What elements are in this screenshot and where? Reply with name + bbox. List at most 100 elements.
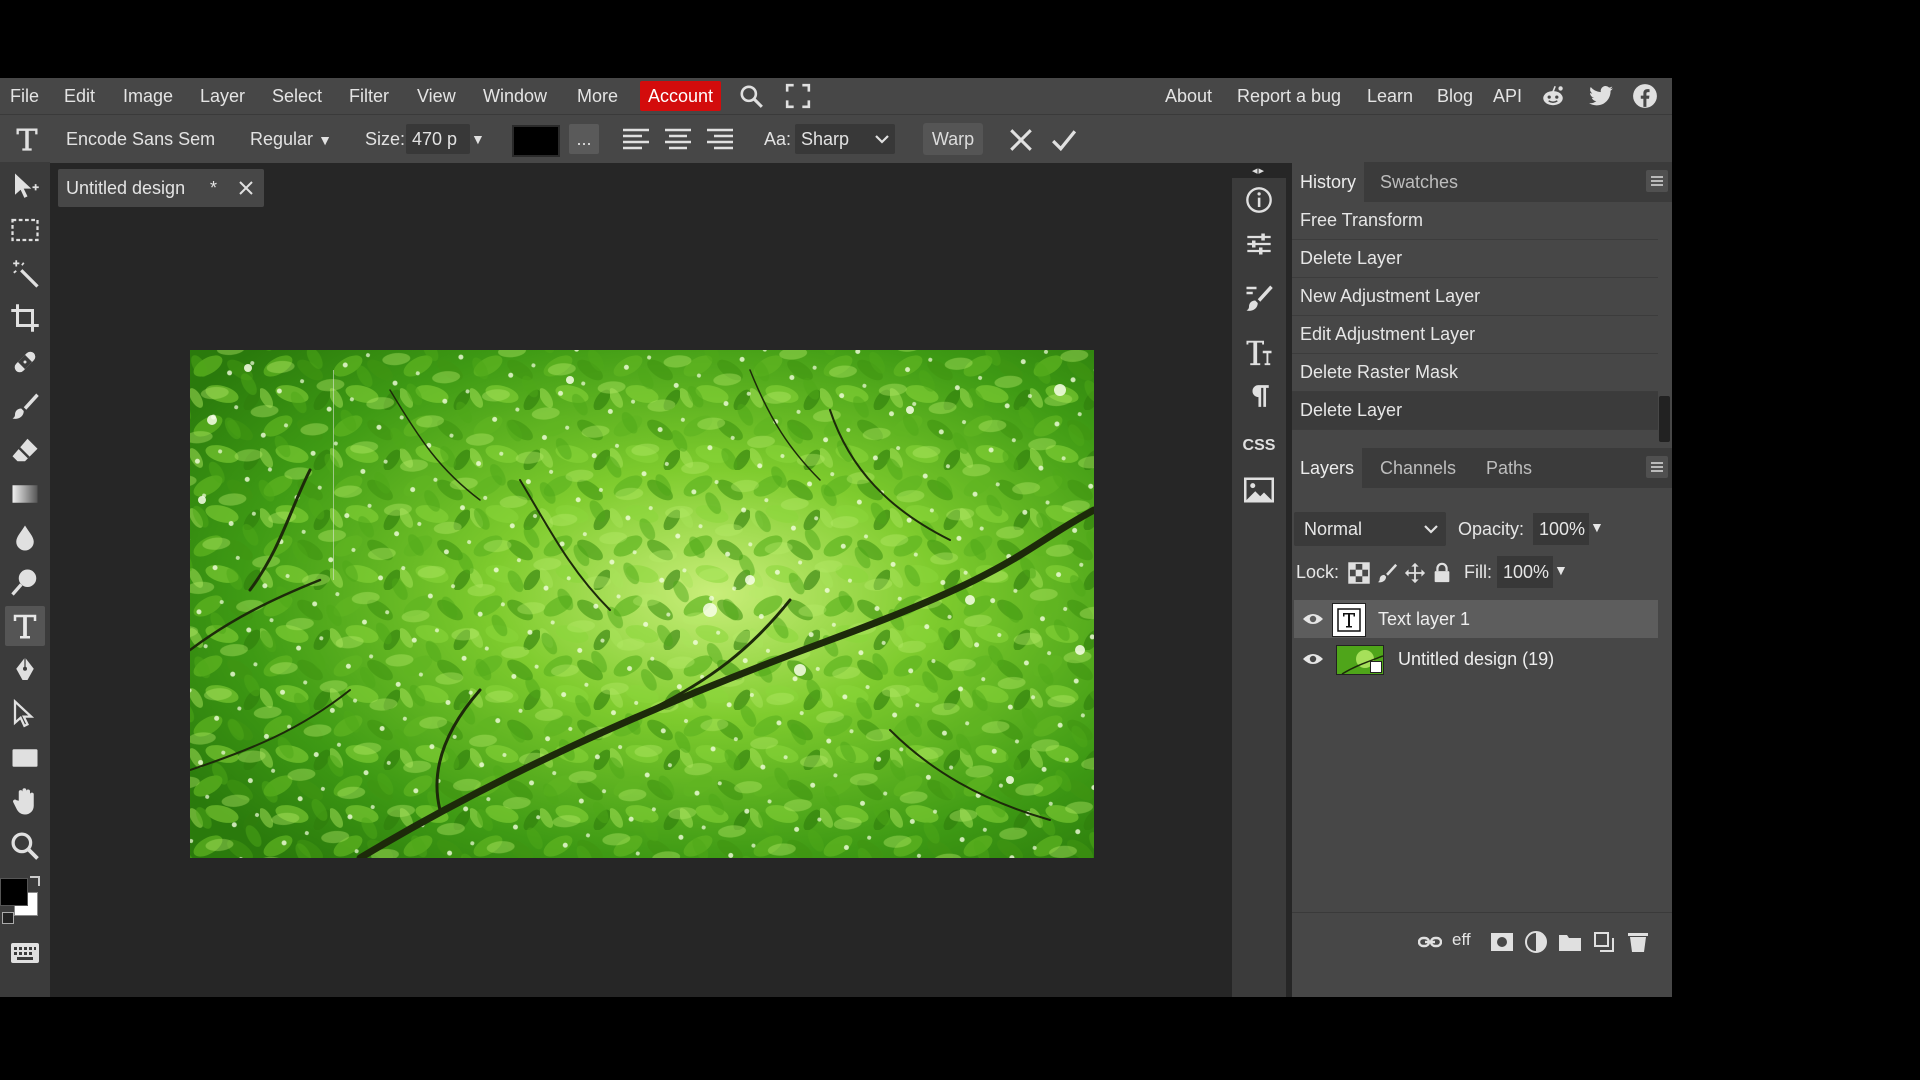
visibility-eye-icon[interactable] — [1302, 612, 1324, 626]
type-tool-icon[interactable] — [12, 125, 42, 153]
opacity-input[interactable]: 100% — [1533, 513, 1589, 545]
type-tool[interactable] — [5, 606, 45, 646]
history-item[interactable]: New Adjustment Layer — [1292, 278, 1658, 316]
tab-layers[interactable]: Layers — [1292, 448, 1363, 488]
history-item[interactable]: Edit Adjustment Layer — [1292, 316, 1658, 354]
menu-window[interactable]: Window — [483, 78, 547, 114]
css-panel-button[interactable]: CSS — [1235, 426, 1283, 466]
about-link[interactable]: About — [1165, 78, 1212, 114]
reddit-icon[interactable] — [1540, 83, 1566, 109]
account-button[interactable]: Account — [640, 81, 722, 111]
align-center-icon[interactable] — [664, 127, 692, 151]
layer-effects-button[interactable]: eff — [1452, 930, 1471, 950]
layer-row-text-layer-1[interactable]: Text layer 1 — [1294, 600, 1658, 638]
menu-layer[interactable]: Layer — [200, 78, 245, 114]
zoom-tool[interactable] — [5, 826, 45, 866]
lock-transparency-icon[interactable] — [1348, 562, 1370, 584]
dodge-tool[interactable] — [5, 562, 45, 602]
history-item[interactable]: Free Transform — [1292, 202, 1658, 240]
align-right-icon[interactable] — [706, 127, 734, 151]
color-picker[interactable] — [0, 876, 50, 928]
pen-tool[interactable] — [5, 650, 45, 690]
tab-paths[interactable]: Paths — [1478, 448, 1540, 488]
text-color-swatch[interactable] — [512, 125, 560, 157]
fill-dropdown-icon[interactable]: ▼ — [1554, 562, 1568, 578]
character-panel-button[interactable] — [1235, 332, 1283, 372]
twitter-icon[interactable] — [1588, 83, 1614, 109]
close-icon[interactable] — [236, 178, 256, 198]
move-tool[interactable] — [5, 166, 45, 206]
fill-input[interactable]: 100% — [1497, 556, 1553, 588]
info-panel-button[interactable] — [1235, 180, 1283, 220]
image-panel-button[interactable] — [1235, 470, 1283, 510]
adjustment-layer-icon[interactable] — [1524, 930, 1548, 954]
marquee-tool[interactable] — [5, 210, 45, 250]
layers-panel-menu[interactable] — [1646, 456, 1668, 478]
blog-link[interactable]: Blog — [1437, 78, 1473, 114]
history-scrollbar[interactable] — [1659, 396, 1670, 442]
warp-button[interactable]: Warp — [923, 123, 983, 155]
swap-colors-icon[interactable] — [30, 876, 40, 886]
font-style-select[interactable]: Regular ▼ — [250, 115, 332, 163]
foreground-color-swatch[interactable] — [0, 878, 28, 906]
api-link[interactable]: API — [1493, 78, 1522, 114]
history-item[interactable]: Delete Raster Mask — [1292, 354, 1658, 392]
delete-layer-trash-icon[interactable] — [1626, 930, 1650, 954]
gradient-tool[interactable] — [5, 474, 45, 514]
paragraph-panel-button[interactable] — [1235, 376, 1283, 416]
search-icon[interactable] — [738, 83, 764, 109]
adjustments-panel-button[interactable] — [1235, 224, 1283, 264]
shape-tool[interactable] — [5, 738, 45, 778]
document-canvas[interactable] — [190, 350, 1094, 858]
hand-tool[interactable] — [5, 782, 45, 822]
menu-select[interactable]: Select — [272, 78, 322, 114]
cancel-icon[interactable] — [1008, 127, 1034, 153]
eraser-tool[interactable] — [5, 430, 45, 470]
lock-position-move-icon[interactable] — [1404, 562, 1426, 584]
facebook-icon[interactable] — [1632, 83, 1658, 109]
learn-link[interactable]: Learn — [1367, 78, 1413, 114]
report-bug-link[interactable]: Report a bug — [1237, 78, 1341, 114]
menu-image[interactable]: Image — [123, 78, 173, 114]
menu-file[interactable]: File — [10, 78, 39, 114]
path-select-tool[interactable] — [5, 694, 45, 734]
size-input[interactable]: 470 p — [406, 124, 470, 154]
tab-history[interactable]: History — [1292, 162, 1365, 202]
size-dropdown-icon[interactable]: ▼ — [471, 115, 485, 163]
collapse-strip-arrows[interactable]: ◂▸ — [1252, 164, 1265, 177]
tab-channels[interactable]: Channels — [1372, 448, 1464, 488]
visibility-eye-icon[interactable] — [1302, 652, 1324, 666]
more-options-button[interactable]: ... — [569, 124, 599, 154]
menu-view[interactable]: View — [417, 78, 456, 114]
antialias-select[interactable]: Sharp — [795, 124, 895, 154]
magic-wand-tool[interactable] — [5, 254, 45, 294]
history-item[interactable]: Delete Layer — [1292, 240, 1658, 278]
default-colors-icon[interactable] — [2, 912, 14, 924]
document-tab[interactable]: Untitled design * — [58, 169, 264, 207]
brush-tool[interactable] — [5, 386, 45, 426]
lock-all-icon[interactable] — [1432, 562, 1452, 584]
new-layer-icon[interactable] — [1592, 930, 1616, 954]
commit-check-icon[interactable] — [1050, 127, 1078, 153]
opacity-dropdown-icon[interactable]: ▼ — [1590, 519, 1604, 535]
align-left-icon[interactable] — [622, 127, 650, 151]
new-folder-icon[interactable] — [1558, 930, 1582, 954]
add-mask-icon[interactable] — [1490, 930, 1514, 954]
crop-tool[interactable] — [5, 298, 45, 338]
tab-swatches[interactable]: Swatches — [1372, 162, 1466, 202]
link-layers-icon[interactable] — [1418, 930, 1442, 954]
menu-more[interactable]: More — [577, 78, 618, 114]
healing-tool[interactable] — [5, 342, 45, 382]
menu-edit[interactable]: Edit — [64, 78, 95, 114]
fullscreen-icon[interactable] — [785, 83, 811, 109]
blur-tool[interactable] — [5, 518, 45, 558]
blend-mode-select[interactable]: Normal — [1294, 512, 1446, 546]
history-item-current[interactable]: Delete Layer — [1292, 392, 1658, 430]
menu-filter[interactable]: Filter — [349, 78, 389, 114]
layer-row-untitled-design-19[interactable]: Untitled design (19) — [1294, 640, 1658, 678]
brush-settings-button[interactable] — [1235, 278, 1283, 318]
history-panel-menu[interactable] — [1646, 170, 1668, 192]
lock-pixels-brush-icon[interactable] — [1376, 562, 1398, 584]
font-family-select[interactable]: Encode Sans Sem — [66, 115, 215, 163]
keyboard-icon[interactable] — [10, 942, 40, 964]
